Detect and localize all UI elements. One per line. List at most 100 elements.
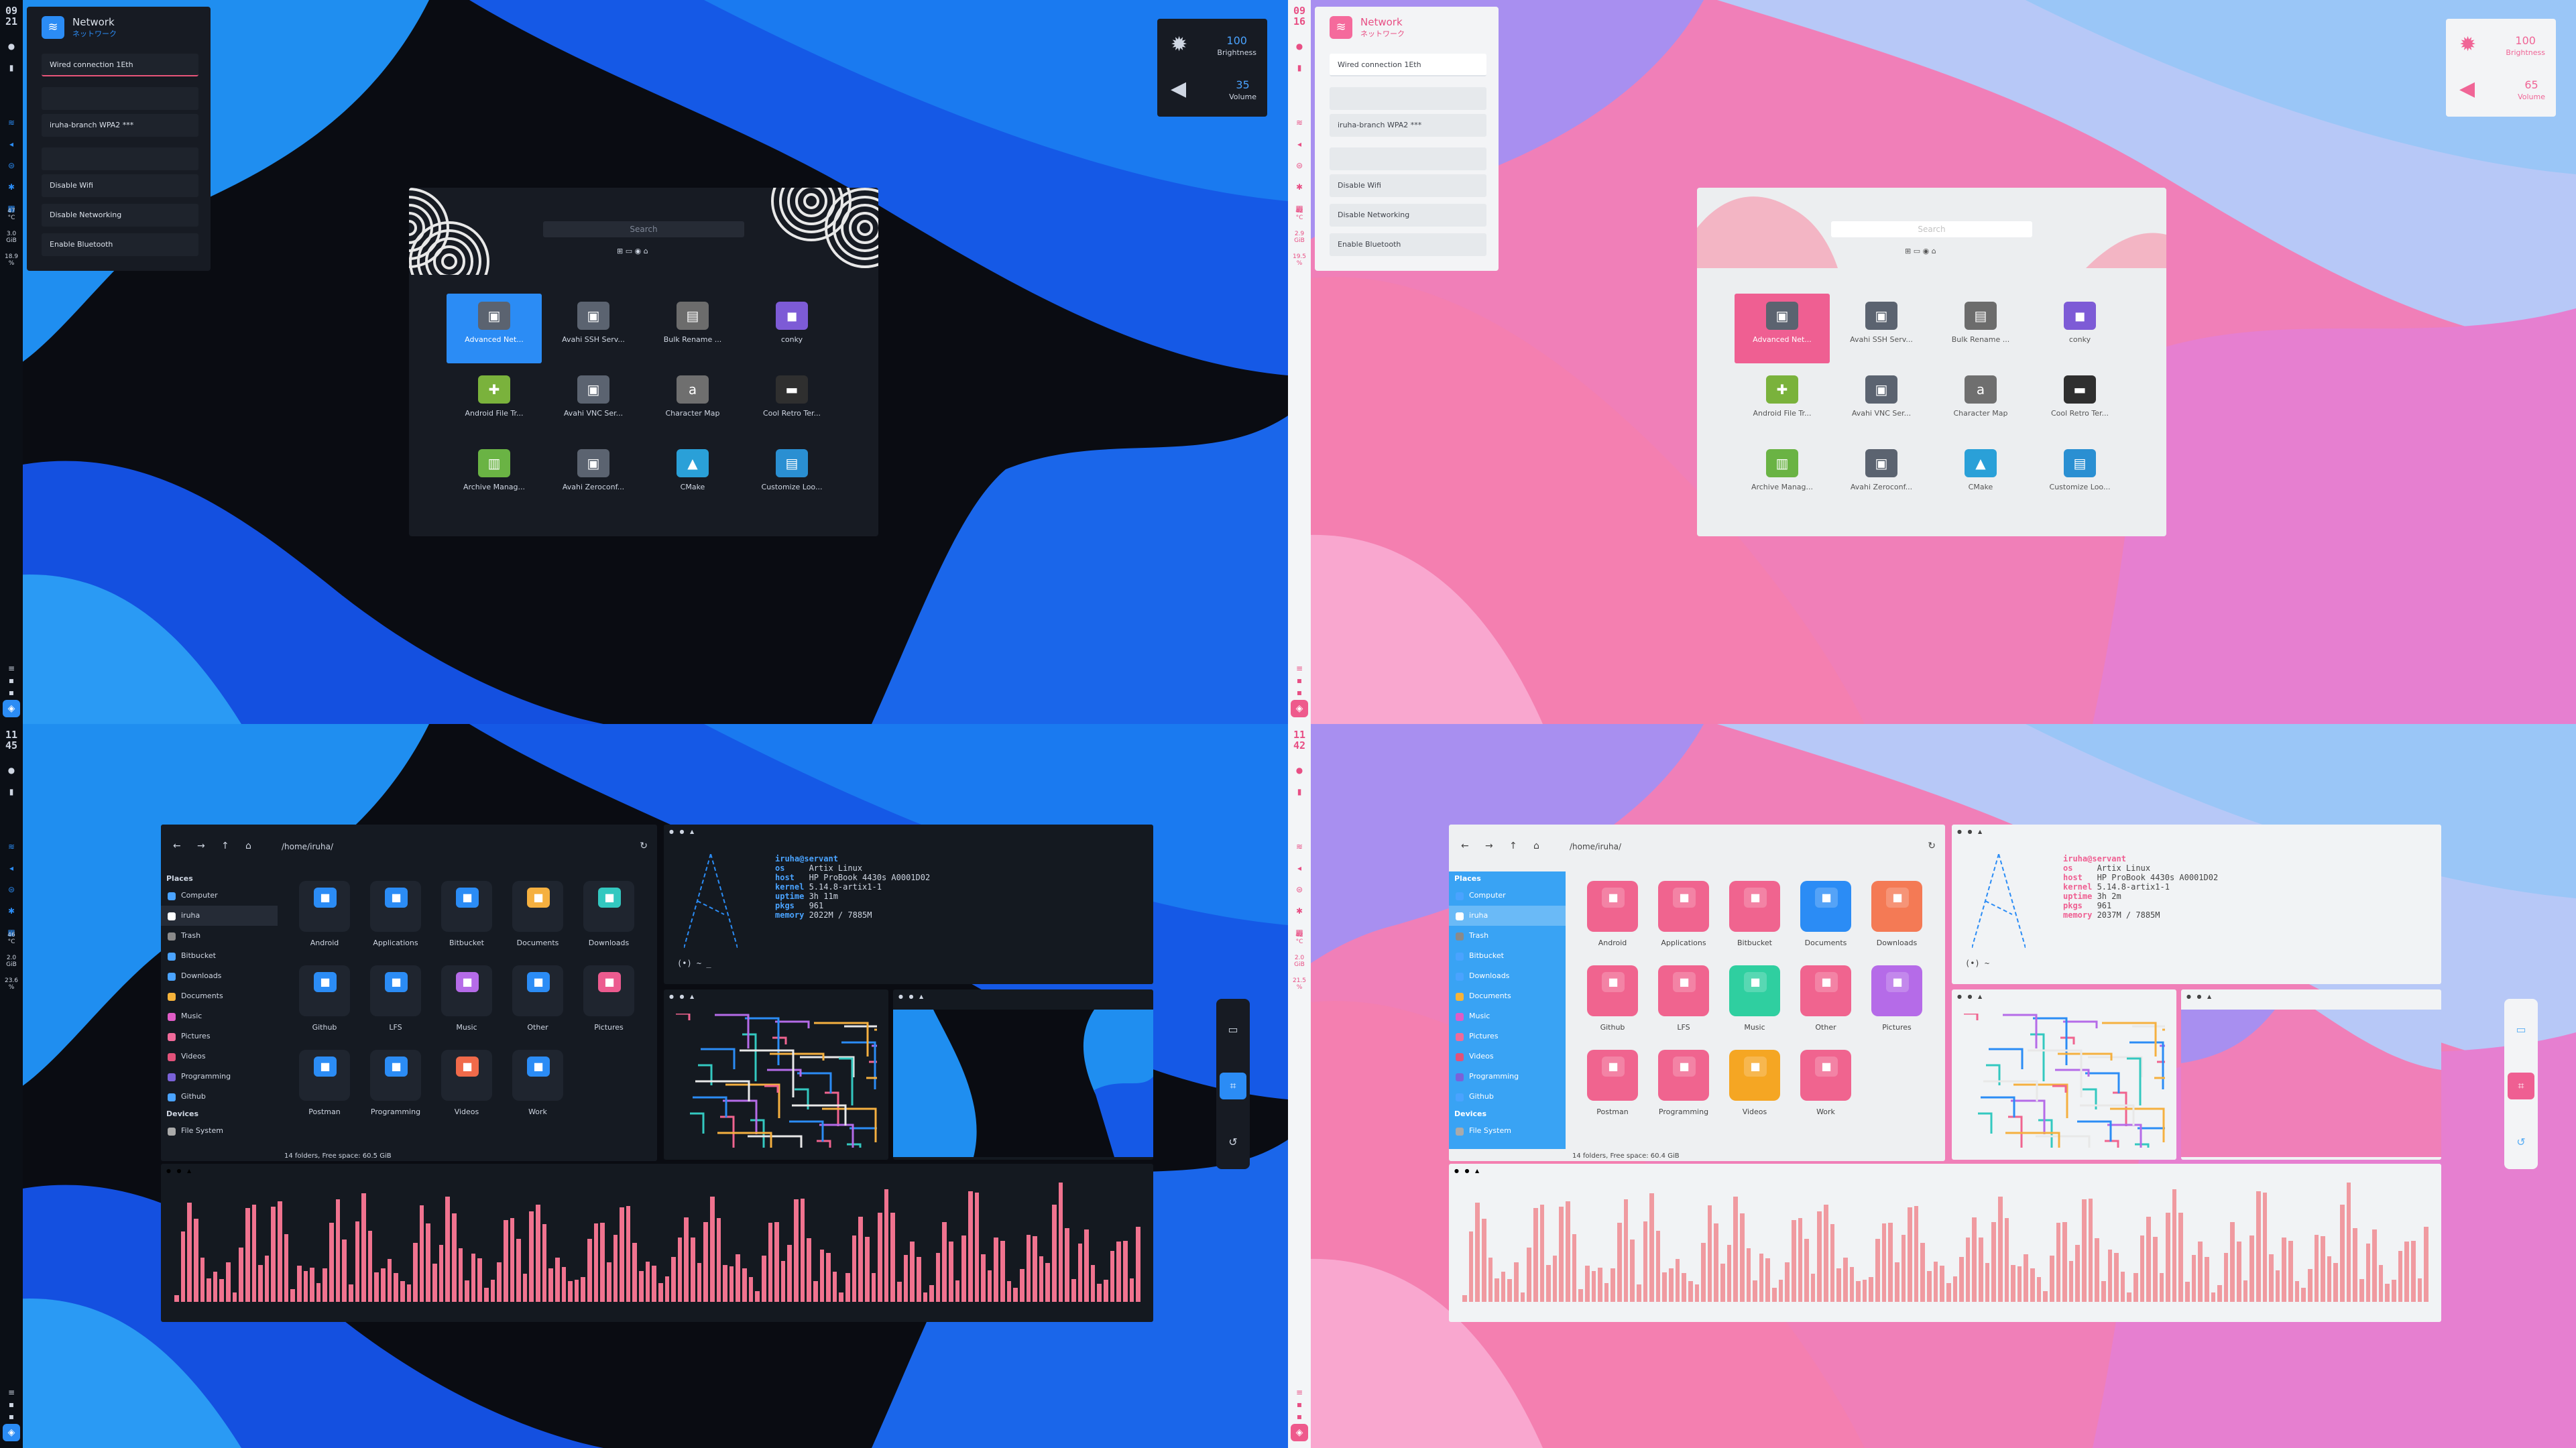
refresh-icon[interactable]: ↻	[1928, 841, 1936, 851]
launcher-icon[interactable]: ◈	[1291, 1424, 1308, 1441]
rotate-icon[interactable]: ↺	[1220, 1129, 1246, 1156]
folder-item[interactable]: ■ Downloads	[1863, 881, 1930, 964]
app-tile[interactable]: ▣ Avahi SSH Serv...	[546, 294, 641, 363]
search-input[interactable]: Search	[543, 221, 744, 237]
folder-item[interactable]: ■ Work	[1792, 1050, 1859, 1133]
app-tile[interactable]: ▤ Customize Loo...	[744, 441, 839, 511]
folder-item[interactable]: ■ Android	[1579, 881, 1646, 964]
app-tile[interactable]: ▤ Bulk Rename ...	[645, 294, 740, 363]
network-row-2[interactable]: iruha-branch WPA2 ***	[42, 114, 198, 137]
launcher-icon[interactable]: ◈	[1291, 700, 1308, 717]
wifi-icon[interactable]: ≋	[5, 118, 17, 127]
folder-item[interactable]: ■ Documents	[1792, 881, 1859, 964]
app-tile[interactable]: a Character Map	[1933, 367, 2028, 437]
sidebar-item[interactable]: File System	[1449, 1121, 1566, 1141]
window-controls[interactable]: ● ● ▲	[166, 1168, 193, 1174]
tray-icon[interactable]: ▪	[5, 688, 17, 697]
app-tile[interactable]: a Character Map	[645, 367, 740, 437]
tray-icon[interactable]: ▪	[1293, 688, 1305, 697]
network-row-6[interactable]: Enable Bluetooth	[42, 233, 198, 256]
window-controls[interactable]: ● ● ▲	[1957, 829, 1984, 835]
folder-item[interactable]: ■ Other	[504, 965, 571, 1048]
window-controls[interactable]: ● ● ▲	[898, 993, 925, 1000]
folder-item[interactable]: ■ Github	[1579, 965, 1646, 1048]
sidebar-item[interactable]: Pictures	[1449, 1026, 1566, 1046]
sidebar-item[interactable]: iruha	[1449, 906, 1566, 926]
sidebar-item[interactable]: Trash	[161, 926, 278, 946]
network-row-6[interactable]: Enable Bluetooth	[1330, 233, 1486, 256]
volume-icon[interactable]: ◂	[1293, 863, 1305, 873]
tray-icon[interactable]: ▪	[5, 1412, 17, 1421]
bluetooth-icon[interactable]: ✱	[1293, 182, 1305, 192]
battery-icon[interactable]: ▮	[5, 787, 17, 796]
volume-icon[interactable]: ◂	[5, 139, 17, 149]
folder-item[interactable]: ■ Videos	[433, 1050, 500, 1133]
sidebar-item[interactable]: File System	[161, 1121, 278, 1141]
vpn-icon[interactable]: ⊜	[5, 161, 17, 170]
tray-icon[interactable]: ≡	[5, 664, 17, 673]
tray-icon[interactable]: ▪	[1293, 1412, 1305, 1421]
tag-icon[interactable]: ●	[5, 766, 17, 775]
folder-item[interactable]: ■ Programming	[1650, 1050, 1717, 1133]
forward-icon[interactable]: →	[1485, 841, 1493, 851]
up-icon[interactable]: ↑	[1509, 841, 1517, 851]
network-row-3[interactable]	[1330, 147, 1486, 170]
up-icon[interactable]: ↑	[221, 841, 229, 851]
window-controls[interactable]: ● ● ▲	[669, 829, 696, 835]
app-tile[interactable]: ▣ Avahi VNC Ser...	[546, 367, 641, 437]
sidebar-item[interactable]: Downloads	[161, 966, 278, 986]
crop-icon[interactable]: ⌗	[1220, 1073, 1246, 1099]
app-tile[interactable]: ▣ Advanced Net...	[1735, 294, 1830, 363]
app-tile[interactable]: ✚ Android File Tr...	[447, 367, 542, 437]
sidebar-item[interactable]: Videos	[161, 1046, 278, 1067]
tray-icon[interactable]: ▪	[1293, 676, 1305, 685]
sidebar-item[interactable]: Computer	[1449, 886, 1566, 906]
bluetooth-icon[interactable]: ✱	[1293, 906, 1305, 916]
folder-item[interactable]: ■ LFS	[1650, 965, 1717, 1048]
network-row-1[interactable]	[42, 87, 198, 110]
battery-icon[interactable]: ▮	[5, 63, 17, 72]
launcher-icon[interactable]: ◈	[3, 1424, 20, 1441]
app-tile[interactable]: ▤ Bulk Rename ...	[1933, 294, 2028, 363]
app-tile[interactable]: ◼ conky	[2032, 294, 2127, 363]
tag-icon[interactable]: ●	[1293, 42, 1305, 51]
app-tile[interactable]: ▥ Archive Manag...	[447, 441, 542, 511]
tray-icon[interactable]: ≡	[1293, 1388, 1305, 1397]
window-controls[interactable]: ● ● ▲	[1454, 1168, 1481, 1174]
folder-item[interactable]: ■ Pictures	[1863, 965, 1930, 1048]
sidebar-item[interactable]: Music	[161, 1006, 278, 1026]
app-tile[interactable]: ▬ Cool Retro Ter...	[744, 367, 839, 437]
folder-item[interactable]: ■ Postman	[1579, 1050, 1646, 1133]
window-controls[interactable]: ● ● ▲	[2186, 993, 2213, 1000]
folder-item[interactable]: ■ Music	[1721, 965, 1788, 1048]
folder-item[interactable]: ■ Bitbucket	[1721, 881, 1788, 964]
app-tile[interactable]: ✚ Android File Tr...	[1735, 367, 1830, 437]
tray-icon[interactable]: ▪	[5, 1400, 17, 1409]
tray-icon[interactable]: ≡	[1293, 664, 1305, 673]
vpn-icon[interactable]: ⊜	[5, 885, 17, 894]
sidebar-item[interactable]: Documents	[1449, 986, 1566, 1006]
folder-item[interactable]: ■ Android	[291, 881, 358, 964]
search-input[interactable]: Search	[1831, 221, 2032, 237]
shell-prompt[interactable]: (•) ~	[1965, 959, 1989, 968]
volume-icon[interactable]: ◂	[1293, 139, 1305, 149]
network-row-1[interactable]	[1330, 87, 1486, 110]
folder-item[interactable]: ■ Downloads	[575, 881, 642, 964]
window-controls[interactable]: ● ● ▲	[1957, 993, 1984, 1000]
sidebar-item[interactable]: Computer	[161, 886, 278, 906]
rotate-icon[interactable]: ↺	[2508, 1129, 2534, 1156]
folder-item[interactable]: ■ Work	[504, 1050, 571, 1133]
category-icons[interactable]: ⊞ ▭ ◉ ⌂	[1905, 247, 1936, 255]
sidebar-item[interactable]: Videos	[1449, 1046, 1566, 1067]
app-tile[interactable]: ▬ Cool Retro Ter...	[2032, 367, 2127, 437]
folder-item[interactable]: ■ Other	[1792, 965, 1859, 1048]
sidebar-item[interactable]: Downloads	[1449, 966, 1566, 986]
sidebar-item[interactable]: Trash	[1449, 926, 1566, 946]
home-icon[interactable]: ⌂	[245, 841, 251, 851]
home-icon[interactable]: ⌂	[1533, 841, 1539, 851]
sidebar-item[interactable]: Programming	[1449, 1067, 1566, 1087]
back-icon[interactable]: ←	[1461, 841, 1469, 851]
folder-item[interactable]: ■ Pictures	[575, 965, 642, 1048]
app-tile[interactable]: ▣ Advanced Net...	[447, 294, 542, 363]
network-row-0[interactable]: Wired connection 1Eth	[42, 54, 198, 76]
